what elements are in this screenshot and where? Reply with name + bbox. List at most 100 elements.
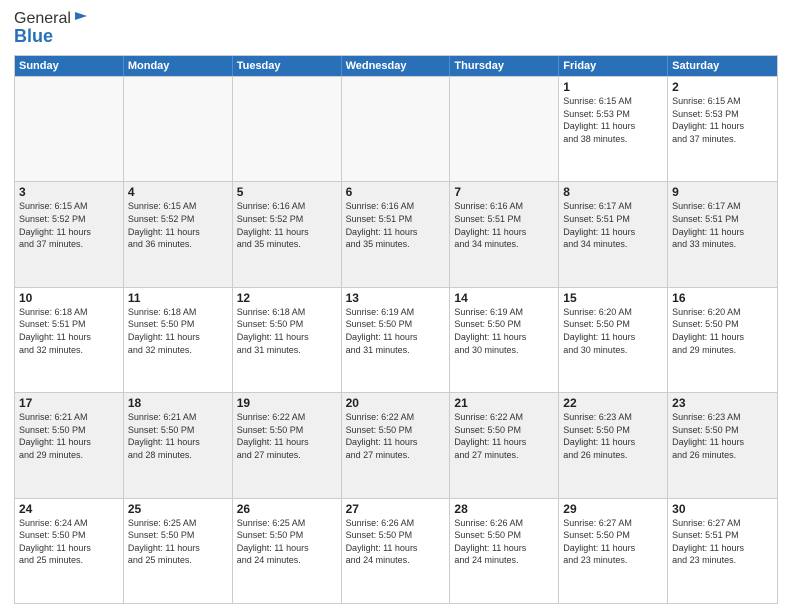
cell-info: Sunrise: 6:15 AM Sunset: 5:53 PM Dayligh… xyxy=(563,95,663,145)
cal-header-monday: Monday xyxy=(124,56,233,76)
day-number: 22 xyxy=(563,396,663,410)
cal-header-wednesday: Wednesday xyxy=(342,56,451,76)
cell-info: Sunrise: 6:20 AM Sunset: 5:50 PM Dayligh… xyxy=(563,306,663,356)
day-number: 10 xyxy=(19,291,119,305)
cal-cell-3-6: 15Sunrise: 6:20 AM Sunset: 5:50 PM Dayli… xyxy=(559,288,668,392)
day-number: 15 xyxy=(563,291,663,305)
cal-cell-2-6: 8Sunrise: 6:17 AM Sunset: 5:51 PM Daylig… xyxy=(559,182,668,286)
cal-cell-3-7: 16Sunrise: 6:20 AM Sunset: 5:50 PM Dayli… xyxy=(668,288,777,392)
day-number: 29 xyxy=(563,502,663,516)
calendar-body: 1Sunrise: 6:15 AM Sunset: 5:53 PM Daylig… xyxy=(15,76,777,603)
cell-info: Sunrise: 6:15 AM Sunset: 5:52 PM Dayligh… xyxy=(19,200,119,250)
cal-cell-5-7: 30Sunrise: 6:27 AM Sunset: 5:51 PM Dayli… xyxy=(668,499,777,603)
cell-info: Sunrise: 6:15 AM Sunset: 5:52 PM Dayligh… xyxy=(128,200,228,250)
cell-info: Sunrise: 6:24 AM Sunset: 5:50 PM Dayligh… xyxy=(19,517,119,567)
day-number: 28 xyxy=(454,502,554,516)
cell-info: Sunrise: 6:25 AM Sunset: 5:50 PM Dayligh… xyxy=(237,517,337,567)
cell-info: Sunrise: 6:21 AM Sunset: 5:50 PM Dayligh… xyxy=(19,411,119,461)
day-number: 3 xyxy=(19,185,119,199)
cell-info: Sunrise: 6:23 AM Sunset: 5:50 PM Dayligh… xyxy=(563,411,663,461)
cal-cell-3-2: 11Sunrise: 6:18 AM Sunset: 5:50 PM Dayli… xyxy=(124,288,233,392)
cal-cell-4-1: 17Sunrise: 6:21 AM Sunset: 5:50 PM Dayli… xyxy=(15,393,124,497)
cal-header-tuesday: Tuesday xyxy=(233,56,342,76)
cal-week-3: 10Sunrise: 6:18 AM Sunset: 5:51 PM Dayli… xyxy=(15,287,777,392)
cell-info: Sunrise: 6:19 AM Sunset: 5:50 PM Dayligh… xyxy=(346,306,446,356)
header: General Blue xyxy=(14,10,778,47)
cal-cell-2-2: 4Sunrise: 6:15 AM Sunset: 5:52 PM Daylig… xyxy=(124,182,233,286)
cal-cell-2-1: 3Sunrise: 6:15 AM Sunset: 5:52 PM Daylig… xyxy=(15,182,124,286)
day-number: 12 xyxy=(237,291,337,305)
page: General Blue SundayMondayTuesdayWednesda… xyxy=(0,0,792,612)
cell-info: Sunrise: 6:18 AM Sunset: 5:50 PM Dayligh… xyxy=(128,306,228,356)
cell-info: Sunrise: 6:25 AM Sunset: 5:50 PM Dayligh… xyxy=(128,517,228,567)
cal-week-2: 3Sunrise: 6:15 AM Sunset: 5:52 PM Daylig… xyxy=(15,181,777,286)
cell-info: Sunrise: 6:22 AM Sunset: 5:50 PM Dayligh… xyxy=(237,411,337,461)
cell-info: Sunrise: 6:17 AM Sunset: 5:51 PM Dayligh… xyxy=(672,200,773,250)
cal-cell-4-2: 18Sunrise: 6:21 AM Sunset: 5:50 PM Dayli… xyxy=(124,393,233,497)
cal-cell-4-3: 19Sunrise: 6:22 AM Sunset: 5:50 PM Dayli… xyxy=(233,393,342,497)
cal-cell-4-4: 20Sunrise: 6:22 AM Sunset: 5:50 PM Dayli… xyxy=(342,393,451,497)
cal-cell-2-7: 9Sunrise: 6:17 AM Sunset: 5:51 PM Daylig… xyxy=(668,182,777,286)
day-number: 8 xyxy=(563,185,663,199)
cal-cell-5-2: 25Sunrise: 6:25 AM Sunset: 5:50 PM Dayli… xyxy=(124,499,233,603)
cal-week-5: 24Sunrise: 6:24 AM Sunset: 5:50 PM Dayli… xyxy=(15,498,777,603)
cal-cell-1-2 xyxy=(124,77,233,181)
day-number: 6 xyxy=(346,185,446,199)
cal-cell-1-1 xyxy=(15,77,124,181)
day-number: 4 xyxy=(128,185,228,199)
cal-cell-1-7: 2Sunrise: 6:15 AM Sunset: 5:53 PM Daylig… xyxy=(668,77,777,181)
cell-info: Sunrise: 6:16 AM Sunset: 5:51 PM Dayligh… xyxy=(454,200,554,250)
day-number: 27 xyxy=(346,502,446,516)
cal-cell-5-4: 27Sunrise: 6:26 AM Sunset: 5:50 PM Dayli… xyxy=(342,499,451,603)
day-number: 20 xyxy=(346,396,446,410)
cal-cell-5-1: 24Sunrise: 6:24 AM Sunset: 5:50 PM Dayli… xyxy=(15,499,124,603)
logo: General Blue xyxy=(14,10,91,47)
cal-cell-1-4 xyxy=(342,77,451,181)
cal-header-saturday: Saturday xyxy=(668,56,777,76)
cell-info: Sunrise: 6:27 AM Sunset: 5:51 PM Dayligh… xyxy=(672,517,773,567)
cell-info: Sunrise: 6:27 AM Sunset: 5:50 PM Dayligh… xyxy=(563,517,663,567)
cell-info: Sunrise: 6:26 AM Sunset: 5:50 PM Dayligh… xyxy=(346,517,446,567)
cal-header-friday: Friday xyxy=(559,56,668,76)
cal-cell-3-3: 12Sunrise: 6:18 AM Sunset: 5:50 PM Dayli… xyxy=(233,288,342,392)
cell-info: Sunrise: 6:26 AM Sunset: 5:50 PM Dayligh… xyxy=(454,517,554,567)
calendar: SundayMondayTuesdayWednesdayThursdayFrid… xyxy=(14,55,778,604)
cell-info: Sunrise: 6:22 AM Sunset: 5:50 PM Dayligh… xyxy=(346,411,446,461)
cal-cell-3-1: 10Sunrise: 6:18 AM Sunset: 5:51 PM Dayli… xyxy=(15,288,124,392)
cell-info: Sunrise: 6:18 AM Sunset: 5:50 PM Dayligh… xyxy=(237,306,337,356)
logo-flag-icon xyxy=(73,10,91,28)
cell-info: Sunrise: 6:18 AM Sunset: 5:51 PM Dayligh… xyxy=(19,306,119,356)
cell-info: Sunrise: 6:16 AM Sunset: 5:51 PM Dayligh… xyxy=(346,200,446,250)
day-number: 7 xyxy=(454,185,554,199)
day-number: 21 xyxy=(454,396,554,410)
day-number: 26 xyxy=(237,502,337,516)
cal-week-4: 17Sunrise: 6:21 AM Sunset: 5:50 PM Dayli… xyxy=(15,392,777,497)
day-number: 23 xyxy=(672,396,773,410)
cell-info: Sunrise: 6:17 AM Sunset: 5:51 PM Dayligh… xyxy=(563,200,663,250)
logo-blue-text: Blue xyxy=(14,26,53,47)
cell-info: Sunrise: 6:21 AM Sunset: 5:50 PM Dayligh… xyxy=(128,411,228,461)
calendar-header-row: SundayMondayTuesdayWednesdayThursdayFrid… xyxy=(15,56,777,76)
cal-cell-5-3: 26Sunrise: 6:25 AM Sunset: 5:50 PM Dayli… xyxy=(233,499,342,603)
cell-info: Sunrise: 6:22 AM Sunset: 5:50 PM Dayligh… xyxy=(454,411,554,461)
day-number: 9 xyxy=(672,185,773,199)
cal-cell-4-7: 23Sunrise: 6:23 AM Sunset: 5:50 PM Dayli… xyxy=(668,393,777,497)
cal-cell-5-6: 29Sunrise: 6:27 AM Sunset: 5:50 PM Dayli… xyxy=(559,499,668,603)
cal-cell-5-5: 28Sunrise: 6:26 AM Sunset: 5:50 PM Dayli… xyxy=(450,499,559,603)
day-number: 16 xyxy=(672,291,773,305)
day-number: 17 xyxy=(19,396,119,410)
cell-info: Sunrise: 6:19 AM Sunset: 5:50 PM Dayligh… xyxy=(454,306,554,356)
cal-cell-2-4: 6Sunrise: 6:16 AM Sunset: 5:51 PM Daylig… xyxy=(342,182,451,286)
day-number: 19 xyxy=(237,396,337,410)
cal-cell-4-5: 21Sunrise: 6:22 AM Sunset: 5:50 PM Dayli… xyxy=(450,393,559,497)
cal-cell-2-3: 5Sunrise: 6:16 AM Sunset: 5:52 PM Daylig… xyxy=(233,182,342,286)
cal-cell-1-5 xyxy=(450,77,559,181)
cal-week-1: 1Sunrise: 6:15 AM Sunset: 5:53 PM Daylig… xyxy=(15,76,777,181)
cell-info: Sunrise: 6:20 AM Sunset: 5:50 PM Dayligh… xyxy=(672,306,773,356)
day-number: 14 xyxy=(454,291,554,305)
day-number: 11 xyxy=(128,291,228,305)
cal-cell-1-3 xyxy=(233,77,342,181)
cal-cell-3-5: 14Sunrise: 6:19 AM Sunset: 5:50 PM Dayli… xyxy=(450,288,559,392)
cell-info: Sunrise: 6:16 AM Sunset: 5:52 PM Dayligh… xyxy=(237,200,337,250)
day-number: 1 xyxy=(563,80,663,94)
